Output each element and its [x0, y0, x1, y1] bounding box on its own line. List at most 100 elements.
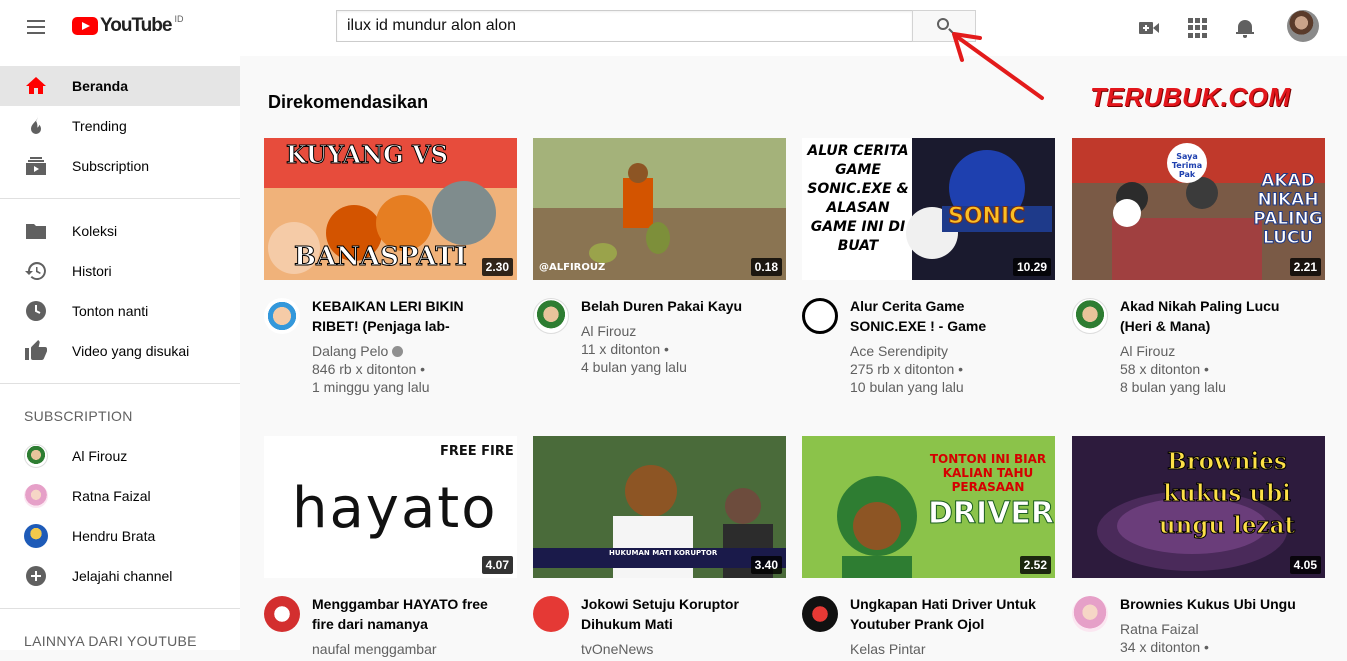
channel-avatar[interactable]: [1072, 298, 1108, 334]
section-title: Direkomendasikan: [268, 92, 429, 112]
channel-avatar[interactable]: [533, 298, 569, 334]
video-card: HUKUMAN MATI KORUPTOR 3.40 Jokowi Setuju…: [533, 436, 786, 658]
user-avatar[interactable]: [1287, 10, 1319, 42]
view-count: 11 x ditonton •: [581, 341, 669, 357]
sidebar-item-label: Tonton nanti: [72, 303, 149, 319]
channel-name[interactable]: Dalang Pelo: [312, 342, 517, 360]
verified-icon: [392, 346, 404, 357]
sidebar-item-label: Video yang disukai: [72, 343, 190, 359]
sidebar-sub-ratna-faizal[interactable]: Ratna Faizal: [0, 476, 240, 516]
sidebar-item-beranda[interactable]: Beranda: [0, 66, 240, 106]
notifications-bell-icon[interactable]: [1233, 16, 1257, 40]
duration-badge: 10.29: [1012, 258, 1051, 276]
duration-badge: 4.07: [481, 556, 513, 574]
channel-name[interactable]: Ace Serendipity: [850, 342, 1055, 360]
thumbnail-text: SONIC: [947, 204, 1026, 230]
sidebar-item-label: Koleksi: [72, 223, 118, 239]
logo-text: YouTube: [100, 15, 172, 36]
video-title[interactable]: KEBAIKAN LERI BIKIN RIBET! (Penjaga lab-…: [312, 296, 517, 336]
thumbnail-text: BANASPATI: [294, 242, 468, 273]
clock-icon: [26, 301, 46, 321]
sidebar-item-label: Beranda: [72, 78, 129, 94]
sidebar-item-label: Jelajahi channel: [72, 568, 173, 584]
thumbnail-text: hayato: [292, 476, 498, 541]
apps-grid-icon[interactable]: [1185, 16, 1209, 40]
channel-avatar: [24, 524, 48, 548]
thumbnail-text: Brownies kukus ubi ungu lezat: [1158, 448, 1296, 540]
video-card: FREE FIRE hayato 4.07 Menggambar HAYATO …: [264, 436, 517, 658]
channel-name[interactable]: tvOneNews: [581, 640, 786, 658]
view-count: 58 x ditonton •: [1120, 361, 1209, 377]
duration-badge: 3.40: [750, 556, 782, 574]
video-title[interactable]: Menggambar HAYATO free fire dari namanya: [312, 594, 517, 634]
channel-avatar[interactable]: [264, 298, 300, 334]
video-thumbnail[interactable]: TONTON INI BIAR KALIAN TAHU PERASAAN DRI…: [802, 436, 1055, 578]
thumbnail-text: AKAD NIKAH PALING LUCU: [1253, 171, 1323, 248]
video-thumbnail[interactable]: Saya Terima Pak AKAD NIKAH PALING LUCU 2…: [1072, 138, 1325, 280]
video-thumbnail[interactable]: @ALFIROUZ 0.18: [533, 138, 786, 280]
video-title[interactable]: Belah Duren Pakai Kayu: [581, 296, 786, 316]
video-thumbnail[interactable]: KUYANG VS BANASPATI 2.30: [264, 138, 517, 280]
channel-avatar[interactable]: [802, 596, 838, 632]
video-title[interactable]: Jokowi Setuju Koruptor Dihukum Mati: [581, 594, 786, 634]
video-title[interactable]: Brownies Kukus Ubi Ungu: [1120, 594, 1325, 614]
sidebar-item-label: Trending: [72, 118, 127, 134]
thumbnail-image: [533, 138, 786, 280]
video-title[interactable]: Alur Cerita Game SONIC.EXE ! - Game Meny…: [850, 296, 1055, 336]
duration-badge: 2.52: [1019, 556, 1051, 574]
sidebar-item-koleksi[interactable]: Koleksi: [0, 211, 240, 251]
sidebar-sub-hendru-brata[interactable]: Hendru Brata: [0, 516, 240, 556]
duration-badge: 2.21: [1289, 258, 1321, 276]
thumbs-up-icon: [25, 340, 47, 360]
hamburger-menu-icon[interactable]: [24, 16, 48, 40]
upload-age: 4 bulan yang lalu: [581, 359, 687, 375]
sidebar-item-subscription[interactable]: Subscription: [0, 146, 240, 186]
sidebar-item-trending[interactable]: Trending: [0, 106, 240, 146]
video-title[interactable]: Ungkapan Hati Driver Untuk Youtuber Pran…: [850, 594, 1055, 634]
sidebar-item-histori[interactable]: Histori: [0, 251, 240, 291]
channel-name[interactable]: naufal menggambar: [312, 640, 517, 658]
upload-age: 10 bulan yang lalu: [850, 379, 964, 395]
sidebar-item-label: Subscription: [72, 158, 150, 174]
channel-name[interactable]: Al Firouz: [1120, 342, 1325, 360]
sidebar-item-tonton-nanti[interactable]: Tonton nanti: [0, 291, 240, 331]
history-icon: [25, 262, 46, 280]
create-video-icon[interactable]: [1137, 16, 1161, 40]
upload-age: 8 bulan yang lalu: [1120, 379, 1226, 395]
channel-name[interactable]: Al Firouz: [581, 322, 786, 340]
video-card: Brownies kukus ubi ungu lezat 4.05 Brown…: [1072, 436, 1325, 656]
video-thumbnail[interactable]: ALUR CERITA GAME SONIC.EXE & ALASAN GAME…: [802, 138, 1055, 280]
main-content: Direkomendasikan KUYANG VS BANASPATI 2.3…: [240, 56, 1347, 657]
thumbnail-text: ALUR CERITA GAME SONIC.EXE & ALASAN GAME…: [807, 143, 909, 254]
channel-avatar[interactable]: [802, 298, 838, 334]
search-input[interactable]: [336, 10, 912, 42]
sidebar-item-video-disukai[interactable]: Video yang disukai: [0, 331, 240, 371]
folder-icon: [26, 224, 46, 239]
video-card: ALUR CERITA GAME SONIC.EXE & ALASAN GAME…: [802, 138, 1055, 396]
video-thumbnail[interactable]: FREE FIRE hayato 4.07: [264, 436, 517, 578]
channel-avatar[interactable]: [264, 596, 300, 632]
sidebar-sub-al-firouz[interactable]: Al Firouz: [0, 436, 240, 476]
duration-badge: 2.30: [481, 258, 513, 276]
sidebar-item-jelajahi-channel[interactable]: Jelajahi channel: [0, 556, 240, 596]
fire-icon: [31, 115, 41, 134]
channel-avatar[interactable]: [533, 596, 569, 632]
sidebar: Beranda Trending Subscription Koleksi Hi…: [0, 56, 240, 650]
top-bar: YouTube ID: [0, 0, 1347, 56]
youtube-logo[interactable]: YouTube ID: [72, 14, 183, 37]
video-thumbnail[interactable]: HUKUMAN MATI KORUPTOR 3.40: [533, 436, 786, 578]
divider: [0, 198, 240, 199]
view-count: 846 rb x ditonton •: [312, 361, 426, 377]
sidebar-item-label: Hendru Brata: [72, 528, 156, 544]
search-bar: [336, 10, 976, 42]
channel-name[interactable]: Ratna Faizal: [1120, 620, 1325, 638]
video-card: KUYANG VS BANASPATI 2.30 KEBAIKAN LERI B…: [264, 138, 517, 396]
thumbnail-text: DRIVER: [928, 496, 1055, 532]
video-thumbnail[interactable]: Brownies kukus ubi ungu lezat 4.05: [1072, 436, 1325, 578]
channel-avatar[interactable]: [1072, 596, 1108, 632]
channel-name[interactable]: Kelas Pintar: [850, 640, 1055, 658]
video-title[interactable]: Akad Nikah Paling Lucu (Heri & Mana): [1120, 296, 1325, 336]
view-count: 275 rb x ditonton •: [850, 361, 964, 377]
more-from-youtube-title: LAINNYA DARI YOUTUBE: [24, 633, 197, 649]
add-circle-icon: [26, 566, 46, 586]
